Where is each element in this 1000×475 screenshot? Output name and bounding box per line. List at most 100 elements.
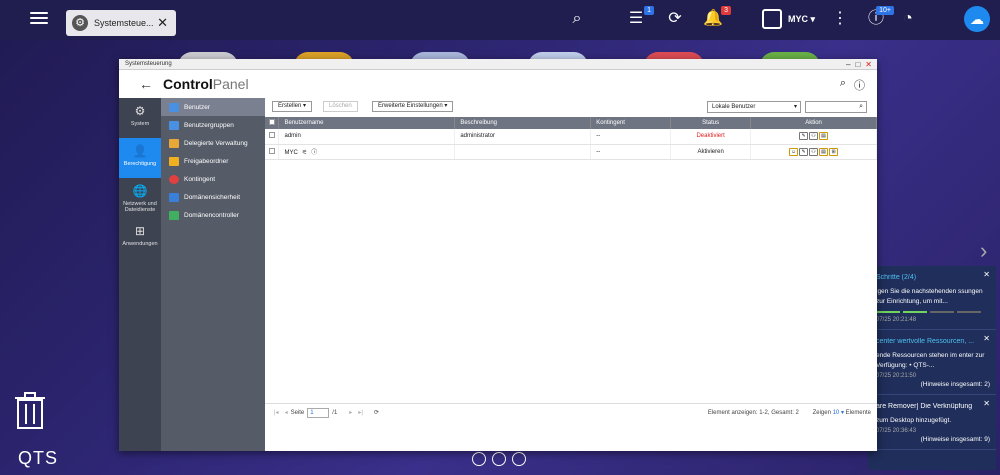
select-all-checkbox[interactable]: [265, 117, 280, 129]
subnav-domain-security[interactable]: Domänensicherheit: [161, 188, 265, 206]
chevron-down-icon: ▾: [793, 104, 797, 110]
cloud-icon[interactable]: ☁: [964, 6, 990, 32]
close-icon[interactable]: ✕: [983, 334, 990, 343]
back-arrow-icon[interactable]: ←: [139, 76, 153, 92]
content-area: Erstellen ▾ Löschen Erweiterte Einstellu…: [265, 98, 877, 451]
subnav-delegated-admin[interactable]: Delegierte Verwaltung: [161, 134, 265, 152]
delete-button[interactable]: Löschen: [323, 101, 358, 112]
page-total: /1: [332, 409, 338, 416]
table-row[interactable]: MYC ⚟ ⓘ -- Aktivieren ☺ ✎ ⚇ ▤ ⊞: [265, 144, 877, 160]
notification-body: ende Ressourcen stehen im enter zur Verf…: [876, 352, 985, 369]
system-status-icon[interactable]: ⓘ 10+: [866, 6, 894, 29]
nav-system[interactable]: ⚙ System: [119, 98, 161, 138]
user-icon: [762, 9, 782, 29]
delegate-icon: [169, 138, 179, 148]
table-header-row: Benutzername Beschreibung Kontingent Sta…: [265, 117, 877, 129]
create-button[interactable]: Erstellen ▾: [272, 101, 313, 112]
main-menu-icon[interactable]: [30, 9, 48, 27]
notification-summary: (Hinweise insgesamt: 2): [920, 381, 990, 388]
nav-label: System: [130, 121, 150, 127]
subnav-shared-folders[interactable]: Freigabeordner: [161, 152, 265, 170]
taskbar: ⚙ Systemsteue... ✕ ⌕ ☰ 1 ⟳ 🔔 3 MYC ▾ ⋮ ⓘ 10…: [0, 0, 1000, 40]
cell-quota: --: [590, 144, 672, 160]
prev-page-icon[interactable]: ◂: [285, 409, 288, 416]
trash-icon[interactable]: [14, 392, 46, 430]
close-icon[interactable]: ✕: [865, 60, 872, 69]
info-icon[interactable]: ⓘ: [311, 147, 317, 156]
row-checkbox[interactable]: [265, 129, 280, 145]
user-groups-icon: [169, 120, 179, 130]
edit-permissions-icon[interactable]: ▤: [819, 132, 829, 141]
edit-groups-icon[interactable]: ⚇: [809, 147, 819, 156]
subnav-user-groups[interactable]: Benutzergruppen: [161, 116, 265, 134]
maximize-icon[interactable]: □: [855, 60, 860, 69]
notification-title: center wertvolle Ressourcen, ...: [876, 338, 975, 345]
settings-sliders-icon[interactable]: ⚟: [302, 149, 307, 156]
edit-groups-icon[interactable]: ⚇: [809, 132, 819, 141]
edit-permissions-icon[interactable]: ▤: [819, 147, 829, 156]
col-username[interactable]: Benutzername: [278, 117, 456, 129]
user-scope-select[interactable]: Lokale Benutzer ▾: [707, 101, 801, 113]
gear-icon: ⚙: [72, 15, 88, 31]
col-status[interactable]: Status: [670, 117, 752, 129]
row-checkbox[interactable]: [265, 144, 280, 160]
first-page-icon[interactable]: |◂: [274, 409, 279, 416]
nav-permissions[interactable]: 👤 Berechtigung: [119, 138, 161, 178]
sync-icon[interactable]: ⟳: [665, 9, 685, 29]
main-nav: ⚙ System 👤 Berechtigung 🌐 Netzwerk und Date…: [119, 98, 161, 451]
close-tab-icon[interactable]: ✕: [157, 15, 168, 31]
notification-time: 07/25 20:36:43: [876, 428, 917, 434]
apps-icon: ⊞: [134, 224, 146, 238]
close-icon[interactable]: ✕: [983, 399, 990, 408]
dock-app-icon[interactable]: [492, 452, 506, 466]
notification-item[interactable]: center wertvolle Ressourcen, ... ende Re…: [868, 330, 996, 395]
subnav-domain-controller[interactable]: Domänencontroller: [161, 206, 265, 224]
search-input[interactable]: ⌕: [805, 101, 867, 113]
edit-account-icon[interactable]: ✎: [799, 147, 809, 156]
notification-title: Schritte (2/4): [876, 274, 917, 281]
last-page-icon[interactable]: ▸|: [358, 409, 363, 416]
table-row[interactable]: admin administrator -- Deaktiviert ✎ ⚇ ▤: [265, 129, 877, 145]
nav-label: Berechtigung: [123, 161, 157, 167]
task-tab-control-panel[interactable]: ⚙ Systemsteue... ✕: [66, 10, 176, 36]
subnav-users[interactable]: Benutzer: [161, 98, 265, 116]
notification-item[interactable]: are Remover] Die Verknüpfung zum Desktop…: [868, 395, 996, 450]
app-privilege-icon[interactable]: ⊞: [829, 147, 839, 156]
nav-label: Anwendungen: [122, 241, 158, 247]
dock-app-icon[interactable]: [512, 452, 526, 466]
bell-icon[interactable]: 🔔 3: [703, 6, 731, 29]
background-tasks-icon[interactable]: ☰ 1: [626, 6, 654, 29]
col-description[interactable]: Beschreibung: [454, 117, 592, 129]
search-icon[interactable]: ⌕: [567, 9, 587, 29]
window-title: Systemsteuerung: [125, 61, 172, 67]
dock: [472, 452, 526, 466]
toolbar: Erstellen ▾ Löschen Erweiterte Einstellu…: [265, 98, 877, 116]
user-profile-icon[interactable]: ☺: [789, 147, 799, 156]
domain-controller-icon: [169, 210, 179, 220]
edit-account-icon[interactable]: ✎: [799, 132, 809, 141]
user-menu[interactable]: MYC ▾: [762, 9, 815, 29]
minimize-icon[interactable]: –: [846, 60, 850, 69]
nav-network-file-services[interactable]: 🌐 Netzwerk und Dateidienste: [119, 178, 161, 218]
cp-title: Control: [163, 76, 213, 92]
page-input[interactable]: 1: [307, 407, 330, 418]
col-quota[interactable]: Kontingent: [590, 117, 672, 129]
more-options-icon[interactable]: ⋮: [830, 9, 850, 29]
close-icon[interactable]: ✕: [983, 270, 990, 279]
window-titlebar[interactable]: Systemsteuerung – □ ✕: [119, 59, 877, 70]
search-icon[interactable]: ⌕: [840, 77, 846, 93]
refresh-icon[interactable]: ⟳: [374, 409, 379, 416]
subnav-quota[interactable]: Kontingent: [161, 170, 265, 188]
col-action: Aktion: [750, 117, 877, 129]
notification-summary: (Hinweise insgesamt: 9): [920, 436, 990, 443]
advanced-settings-button[interactable]: Erweiterte Einstellungen ▾: [372, 101, 454, 112]
setup-progress: [876, 311, 990, 313]
dock-app-icon[interactable]: [472, 452, 486, 466]
nav-applications[interactable]: ⊞ Anwendungen: [119, 218, 161, 258]
next-page-icon[interactable]: ▸: [349, 409, 352, 416]
chevron-right-icon[interactable]: ›: [980, 238, 987, 264]
sub-nav: Benutzer Benutzergruppen Delegierte Verw…: [161, 98, 265, 451]
help-icon[interactable]: ⓘ: [854, 77, 865, 93]
resource-monitor-icon[interactable]: ◔: [898, 9, 918, 29]
notification-item[interactable]: Schritte (2/4) igen Sie die nachstehende…: [868, 266, 996, 330]
